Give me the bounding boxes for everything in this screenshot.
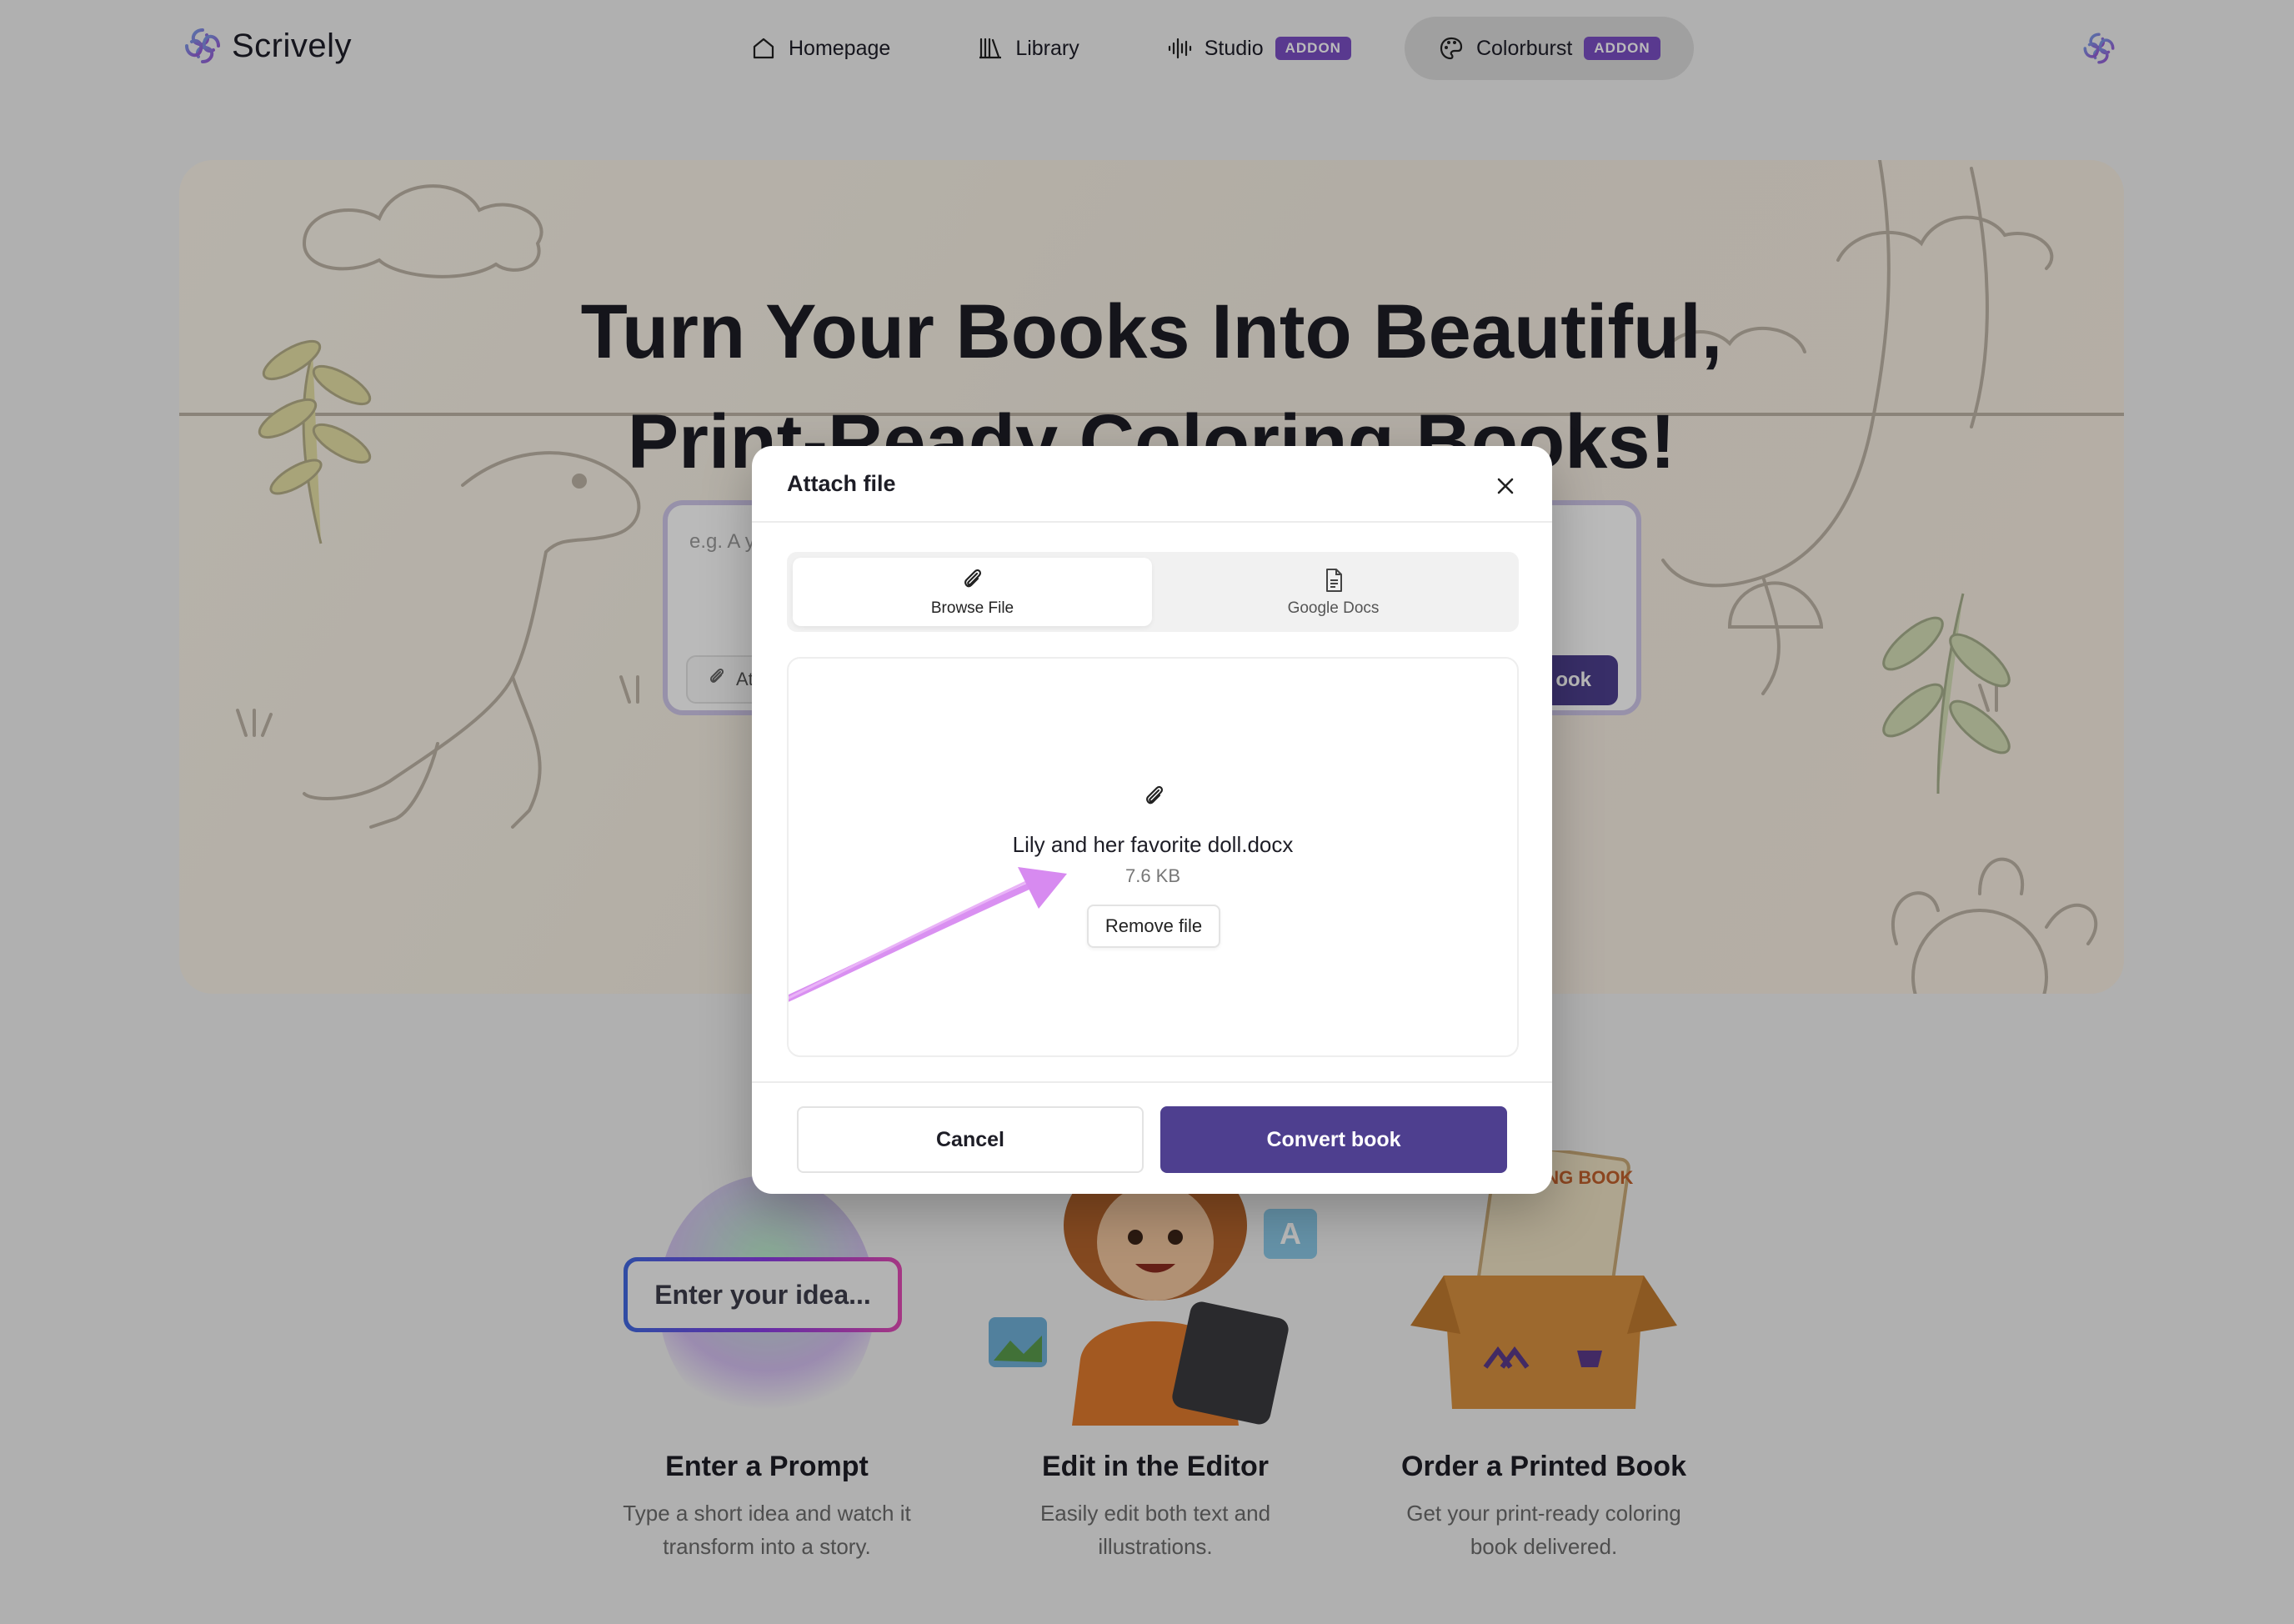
file-size: 7.6 KB [1124, 865, 1181, 886]
tab-google-docs[interactable]: Google Docs [1154, 558, 1513, 626]
tab-browse-file[interactable]: Browse File [793, 558, 1152, 626]
convert-book-button[interactable]: Convert book [1160, 1106, 1507, 1173]
annotation-arrow-icon [789, 867, 1067, 1002]
tab-label: Browse File [930, 599, 1014, 617]
file-dropzone[interactable]: Lily and her favorite doll.docx 7.6 KB R… [787, 657, 1519, 1057]
close-icon[interactable] [1490, 471, 1520, 501]
paperclip-icon [1139, 782, 1170, 812]
dialog-header: Attach file [752, 446, 1552, 523]
source-tabs: Browse File Google Docs [787, 552, 1519, 632]
remove-file-button[interactable]: Remove file [1087, 905, 1220, 948]
tab-label: Google Docs [1287, 599, 1380, 617]
attach-file-dialog: Attach file Browse File Google Docs Lily… [752, 446, 1552, 1194]
paperclip-icon [959, 566, 987, 594]
document-icon [1320, 566, 1348, 594]
cancel-button[interactable]: Cancel [797, 1106, 1144, 1173]
file-name: Lily and her favorite doll.docx [1012, 832, 1294, 857]
dialog-title: Attach file [787, 471, 896, 496]
dialog-footer: Cancel Convert book [752, 1081, 1552, 1194]
